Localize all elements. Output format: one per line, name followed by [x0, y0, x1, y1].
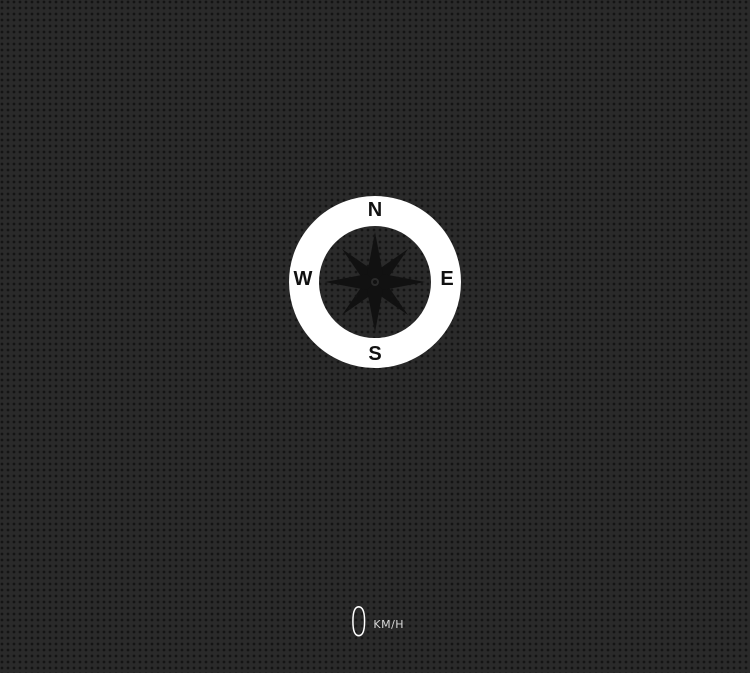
compass-north-label: N	[367, 199, 383, 221]
speed-value: 0	[349, 600, 368, 646]
compass-west-label: W	[293, 268, 313, 290]
compass-south-label: S	[368, 343, 382, 365]
speed-readout: 0 KM/H	[0, 593, 750, 643]
compass-east-label: E	[440, 268, 454, 290]
compass-widget: N S W E	[289, 196, 461, 368]
speed-unit: KM/H	[373, 618, 405, 631]
